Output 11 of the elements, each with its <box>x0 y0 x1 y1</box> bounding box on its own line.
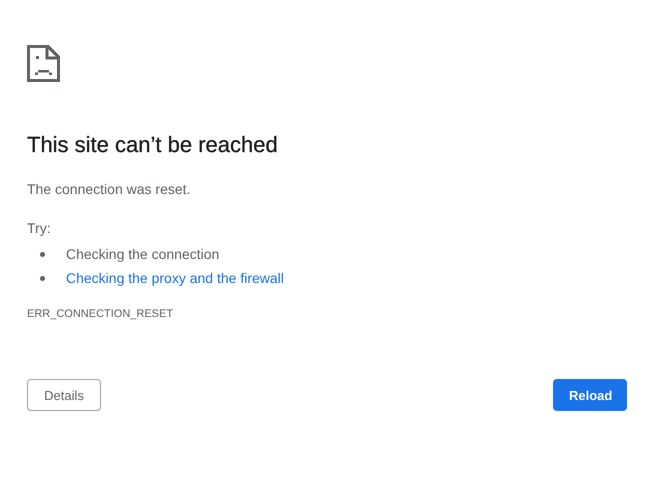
try-label: Try: <box>27 219 52 237</box>
details-button[interactable]: Details <box>27 379 101 411</box>
reload-button[interactable]: Reload <box>553 379 627 411</box>
sad-page-icon <box>27 45 60 82</box>
suggestion-text: Checking the connection <box>66 246 220 262</box>
error-message: The connection was reset. <box>27 180 192 198</box>
error-code: ERR_CONNECTION_RESET <box>27 307 174 321</box>
bullet-icon <box>40 252 45 256</box>
error-title: This site can’t be reached <box>27 132 279 158</box>
bullet-icon <box>40 276 45 280</box>
suggestion-link[interactable]: Checking the proxy and the firewall <box>66 270 284 286</box>
